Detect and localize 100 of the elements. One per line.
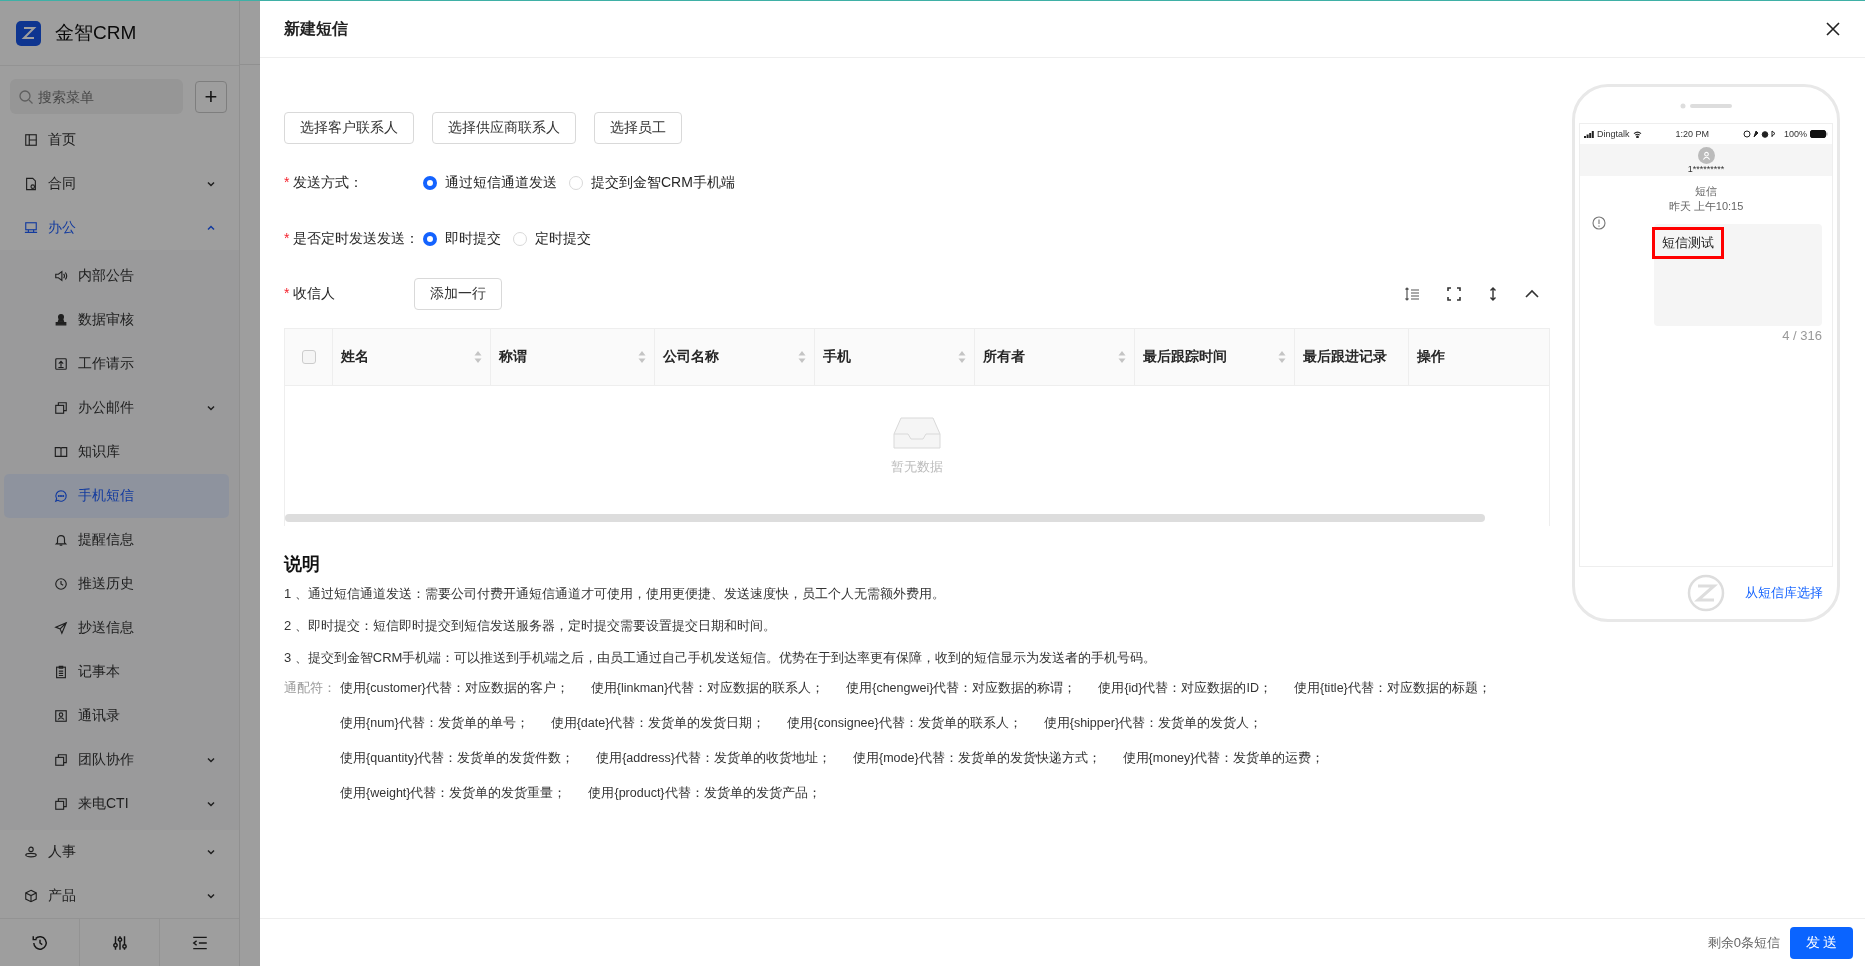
empty-text: 暂无数据 (891, 458, 943, 476)
row-height-icon[interactable] (1404, 286, 1420, 302)
app-name: 金智CRM (55, 21, 137, 45)
radio-label: 定时提交 (535, 230, 591, 248)
search-field[interactable]: 搜索菜单 (10, 79, 183, 114)
send-button[interactable]: 发 送 (1790, 926, 1853, 959)
placeholder-text: 使用{title}代替：对应数据的标题； (1293, 680, 1491, 697)
menu-item[interactable]: 推送历史 (4, 562, 229, 606)
menu-item[interactable]: 抄送信息 (4, 606, 229, 650)
empty-inbox-icon (893, 414, 941, 450)
placeholder-text: 使用{weight}代替：发货单的发货重量； (340, 785, 567, 802)
menu-item[interactable]: 合同 (0, 162, 239, 206)
battery-text: 100% (1783, 129, 1807, 139)
required-mark: * (284, 230, 290, 248)
section-title: 说明 (284, 553, 321, 576)
contact-icon (54, 709, 68, 723)
required-mark: * (284, 285, 290, 303)
placeholder-text: 使用{num}代替：发货单的单号； (340, 715, 529, 732)
copy-icon (54, 753, 68, 767)
required-mark: * (284, 174, 290, 192)
phone-speaker-icon (1680, 103, 1732, 109)
menu-item[interactable]: 记事本 (4, 650, 229, 694)
radio-button[interactable] (423, 176, 437, 190)
sliders-icon (110, 933, 129, 952)
radio-button[interactable] (423, 232, 437, 246)
menu-item[interactable]: 人事 (0, 830, 239, 874)
radio-label: 提交到金智CRM手机端 (591, 174, 735, 192)
fullscreen-icon[interactable] (1446, 286, 1462, 302)
field-label: 是否定时发送发送： (293, 230, 420, 248)
stamp-icon (54, 313, 68, 327)
menu-item[interactable]: 知识库 (4, 430, 229, 474)
placeholder-text: 使用{mode}代替：发货单的发货快递方式； (852, 750, 1101, 767)
menu-item[interactable]: 手机短信 (4, 474, 229, 518)
note-text: 1 、通过短信通道发送：需要公司付费开通短信通道才可使用，使用更便捷、发送速度快，员工个人无需额外费用。 (284, 585, 946, 603)
wifi-icon (1632, 130, 1642, 138)
placeholder-text: 使用{chengwei}代替：对应数据的称谓； (846, 680, 1077, 697)
send-icon (54, 621, 68, 635)
library-link[interactable]: 从短信库选择 (1745, 584, 1823, 602)
thread-label: 短信 (1695, 184, 1717, 199)
placeholder-text: 使用{date}代替：发货单的发货日期； (550, 715, 766, 732)
cube-icon (24, 889, 38, 903)
placeholder-text: 使用{shipper}代替：发货单的发货人； (1043, 715, 1263, 732)
placeholder-text: 使用{quantity}代替：发货单的发货件数； (340, 750, 575, 767)
menu-item[interactable]: 办公 (0, 206, 239, 250)
menu-item[interactable]: 来电CTI (4, 782, 229, 826)
menu-item[interactable]: 首页 (0, 118, 239, 162)
placeholder-text: 使用{product}代替：发货单的发货产品； (588, 785, 821, 802)
grid-icon (24, 133, 38, 147)
placeholder-text: 使用{linkman}代替：对应数据的联系人； (590, 680, 825, 697)
column-header: 公司名称 (663, 348, 719, 366)
column-header: 姓名 (341, 348, 369, 366)
menu-item[interactable]: 产品 (0, 874, 239, 918)
clipboard-icon (54, 665, 68, 679)
column-header: 称谓 (499, 348, 527, 366)
placeholder-text: 使用{consignee}代替：发货单的联系人； (787, 715, 1022, 732)
column-header: 操作 (1417, 348, 1445, 366)
column-header: 最后跟踪时间 (1143, 348, 1227, 366)
select-contacts-button[interactable]: 选择员工 (594, 112, 682, 144)
contact-number: 1********* (1687, 164, 1725, 174)
radio-label: 通过短信通道发送 (445, 174, 557, 192)
note-text: 2 、即时提交：短信即时提交到短信发送服务器，定时提交需要设置提交日期和时间。 (284, 617, 777, 635)
menu-item[interactable]: 内部公告 (4, 254, 229, 298)
menu-item[interactable]: 数据审核 (4, 298, 229, 342)
menu-item[interactable]: 办公邮件 (4, 386, 229, 430)
info-icon (1592, 216, 1606, 230)
scrollbar[interactable] (285, 514, 1485, 522)
select-contacts-button[interactable]: 选择客户联系人 (284, 112, 414, 144)
placeholder-text: 使用{customer}代替：对应数据的客户； (340, 680, 569, 697)
column-header: 手机 (823, 348, 851, 366)
message-time: 昨天 上午10:15 (1668, 199, 1744, 214)
add-row-button[interactable]: 添加一行 (414, 278, 502, 310)
upload-icon (54, 357, 68, 371)
history-icon (30, 933, 49, 952)
close-icon[interactable] (1825, 21, 1841, 37)
logo-icon (1687, 574, 1725, 612)
select-contacts-button[interactable]: 选择供应商联系人 (432, 112, 576, 144)
book-icon (54, 445, 68, 459)
person-icon (24, 845, 38, 859)
menu-item[interactable]: 团队协作 (4, 738, 229, 782)
message-text: 短信测试 (1652, 227, 1724, 259)
menu-item[interactable]: 通讯录 (4, 694, 229, 738)
vertical-arrows-icon[interactable] (1488, 286, 1498, 302)
status-time: 1:20 PM (1675, 129, 1709, 139)
field-label: 发送方式： (293, 174, 364, 192)
remaining-count: 剩余0条短信 (1707, 933, 1780, 952)
field-label: 收信人 (293, 285, 336, 303)
carrier-text: Dingtalk (1597, 129, 1630, 139)
battery-icon (1810, 130, 1828, 138)
add-button[interactable]: + (195, 80, 227, 113)
menu-item[interactable]: 工作请示 (4, 342, 229, 386)
document-icon (24, 177, 38, 191)
placeholder-text: 使用{money}代替：发货单的运费； (1122, 750, 1325, 767)
bell-icon (54, 533, 68, 547)
checkbox[interactable] (301, 350, 316, 364)
search-icon (18, 89, 34, 105)
radio-label: 即时提交 (445, 230, 501, 248)
placeholder-label: 通配符： (284, 680, 337, 697)
signal-icon (1584, 130, 1594, 138)
menu-item[interactable]: 提醒信息 (4, 518, 229, 562)
avatar-icon (1697, 147, 1715, 164)
